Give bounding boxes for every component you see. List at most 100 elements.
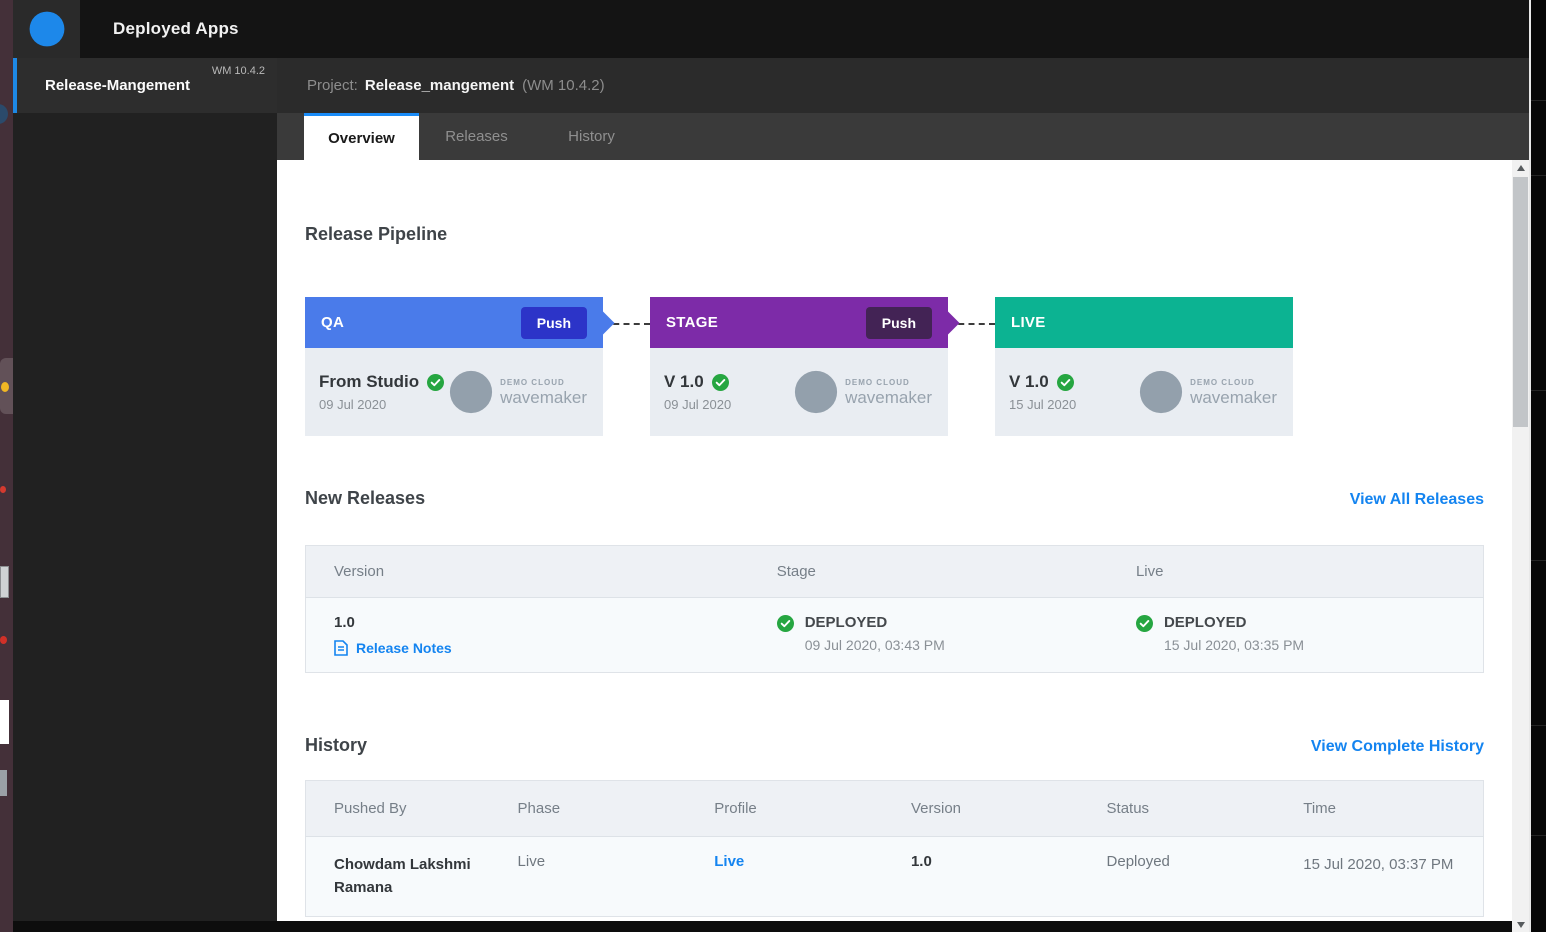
release-pipeline-title: Release Pipeline (305, 224, 1484, 245)
dock-icon-fragment (0, 700, 9, 744)
pipeline-card-stage: STAGE Push V 1.0 09 Jul 2020 (650, 297, 948, 436)
live-version: V 1.0 (1009, 372, 1049, 392)
release-notes-link[interactable]: Release Notes (356, 640, 452, 656)
scroll-down-button[interactable] (1512, 917, 1529, 932)
dock-icon-fragment (0, 770, 7, 796)
live-status: DEPLOYED (1164, 614, 1304, 631)
history-title: History (305, 735, 367, 756)
dock-icon-fragment (0, 486, 6, 493)
table-header-row: Pushed By Phase Profile Version Status T… (306, 781, 1484, 837)
success-check-icon (427, 374, 444, 391)
wavemaker-wave-icon (1138, 369, 1184, 415)
column-phase: Phase (518, 781, 715, 837)
wavemaker-wave-icon (793, 369, 839, 415)
qa-card-body: From Studio 09 Jul 2020 DEMO CLOUD wavem… (305, 348, 603, 436)
tab-overview[interactable]: Overview (304, 113, 419, 160)
stage-status: DEPLOYED (805, 614, 945, 631)
stage-date: 09 Jul 2020 (664, 397, 731, 412)
brand-wavemaker: wavemaker (1190, 389, 1277, 406)
success-check-icon (1136, 615, 1153, 632)
history-profile-link[interactable]: Live (714, 853, 744, 870)
demo-cloud-brand: DEMO CLOUD wavemaker (448, 369, 587, 415)
brand-wavemaker: wavemaker (845, 389, 932, 406)
stage-card-body: V 1.0 09 Jul 2020 DEMO CLOUD wavemaker (650, 348, 948, 436)
stage-time: 09 Jul 2020, 03:43 PM (805, 637, 945, 653)
project-label: Project: (307, 77, 358, 94)
live-date: 15 Jul 2020 (1009, 397, 1076, 412)
vertical-scrollbar[interactable] (1512, 160, 1529, 932)
success-check-icon (712, 374, 729, 391)
qa-version: From Studio (319, 372, 419, 392)
dock-icon-fragment (0, 566, 9, 598)
live-card-body: V 1.0 15 Jul 2020 DEMO CLOUD wavemaker (995, 348, 1293, 436)
history-pushed-by: Chowdam Lakshmi Ramana (334, 853, 484, 900)
scroll-up-button[interactable] (1512, 160, 1529, 175)
stage-push-button[interactable]: Push (866, 307, 932, 339)
view-all-releases-link[interactable]: View All Releases (1350, 491, 1484, 509)
brand-demo-cloud: DEMO CLOUD (500, 379, 587, 387)
qa-push-button[interactable]: Push (521, 307, 587, 339)
table-row: Chowdam Lakshmi Ramana Live Live 1.0 Dep… (306, 837, 1484, 917)
project-name: Release_mangement (365, 77, 514, 94)
scrollbar-thumb[interactable] (1513, 177, 1528, 427)
wavemaker-logo[interactable] (13, 0, 80, 58)
pipeline-connector (948, 323, 995, 436)
pipeline-card-live: LIVE V 1.0 15 Jul 2020 DEMO CLOUD (995, 297, 1293, 436)
table-header-row: Version Stage Live (306, 546, 1484, 598)
history-status: Deployed (1107, 853, 1170, 870)
overview-content: Release Pipeline QA Push From Studio 09 … (277, 160, 1512, 932)
new-releases-table: Version Stage Live 1.0 Release Notes (305, 545, 1484, 673)
live-stage-name: LIVE (1011, 314, 1046, 331)
column-live: Live (1136, 546, 1484, 598)
tab-history[interactable]: History (534, 113, 649, 160)
history-table: Pushed By Phase Profile Version Status T… (305, 780, 1484, 917)
success-check-icon (1057, 374, 1074, 391)
demo-cloud-brand: DEMO CLOUD wavemaker (793, 369, 932, 415)
live-time: 15 Jul 2020, 03:35 PM (1164, 637, 1304, 653)
release-pipeline: QA Push From Studio 09 Jul 2020 (305, 297, 1484, 436)
column-pushed-by: Pushed By (306, 781, 518, 837)
dock-icon-fragment (0, 104, 8, 124)
sidebar-item-version: WM 10.4.2 (212, 65, 265, 77)
pipeline-card-qa: QA Push From Studio 09 Jul 2020 (305, 297, 603, 436)
stage-version: V 1.0 (664, 372, 704, 392)
column-time: Time (1303, 781, 1483, 837)
column-version: Version (911, 781, 1107, 837)
top-bar: Deployed Apps (13, 0, 1529, 58)
dock-icon-fragment (0, 636, 7, 644)
history-version: 1.0 (911, 853, 932, 870)
sidebar-item-label: Release-Mangement (45, 77, 190, 94)
brand-wavemaker: wavemaker (500, 389, 587, 406)
arrow-down-icon (1517, 922, 1525, 928)
page-title: Deployed Apps (113, 19, 239, 39)
view-complete-history-link[interactable]: View Complete History (1311, 738, 1484, 756)
background-right-strip (1529, 0, 1546, 932)
tab-releases[interactable]: Releases (419, 113, 534, 160)
qa-card-header: QA Push (305, 297, 603, 348)
column-version: Version (306, 546, 777, 598)
stage-card-header: STAGE Push (650, 297, 948, 348)
tab-bar: Overview Releases History (277, 113, 1529, 160)
history-phase: Live (518, 853, 546, 870)
new-releases-title: New Releases (305, 488, 425, 509)
project-header: Project: Release_mangement (WM 10.4.2) (277, 58, 1529, 113)
window-bottom-edge (13, 921, 1512, 932)
apps-sidebar: WM 10.4.2 Release-Mangement (13, 58, 277, 932)
demo-cloud-brand: DEMO CLOUD wavemaker (1138, 369, 1277, 415)
stage-stage-name: STAGE (666, 314, 718, 331)
live-card-header: LIVE (995, 297, 1293, 348)
new-releases-header: New Releases View All Releases (305, 488, 1484, 509)
column-status: Status (1107, 781, 1304, 837)
history-time: 15 Jul 2020, 03:37 PM (1303, 853, 1473, 876)
pipeline-connector (603, 323, 650, 436)
arrow-up-icon (1517, 165, 1525, 171)
table-row: 1.0 Release Notes DEPLOYED 09 Jul 2020, … (306, 598, 1484, 673)
success-check-icon (777, 615, 794, 632)
sidebar-item-release-management[interactable]: WM 10.4.2 Release-Mangement (13, 58, 277, 113)
release-version: 1.0 (334, 614, 777, 631)
dock-icon-fragment (1, 382, 9, 392)
project-version: (WM 10.4.2) (522, 77, 605, 94)
brand-demo-cloud: DEMO CLOUD (1190, 379, 1277, 387)
brand-demo-cloud: DEMO CLOUD (845, 379, 932, 387)
wavemaker-wave-icon (28, 10, 66, 48)
